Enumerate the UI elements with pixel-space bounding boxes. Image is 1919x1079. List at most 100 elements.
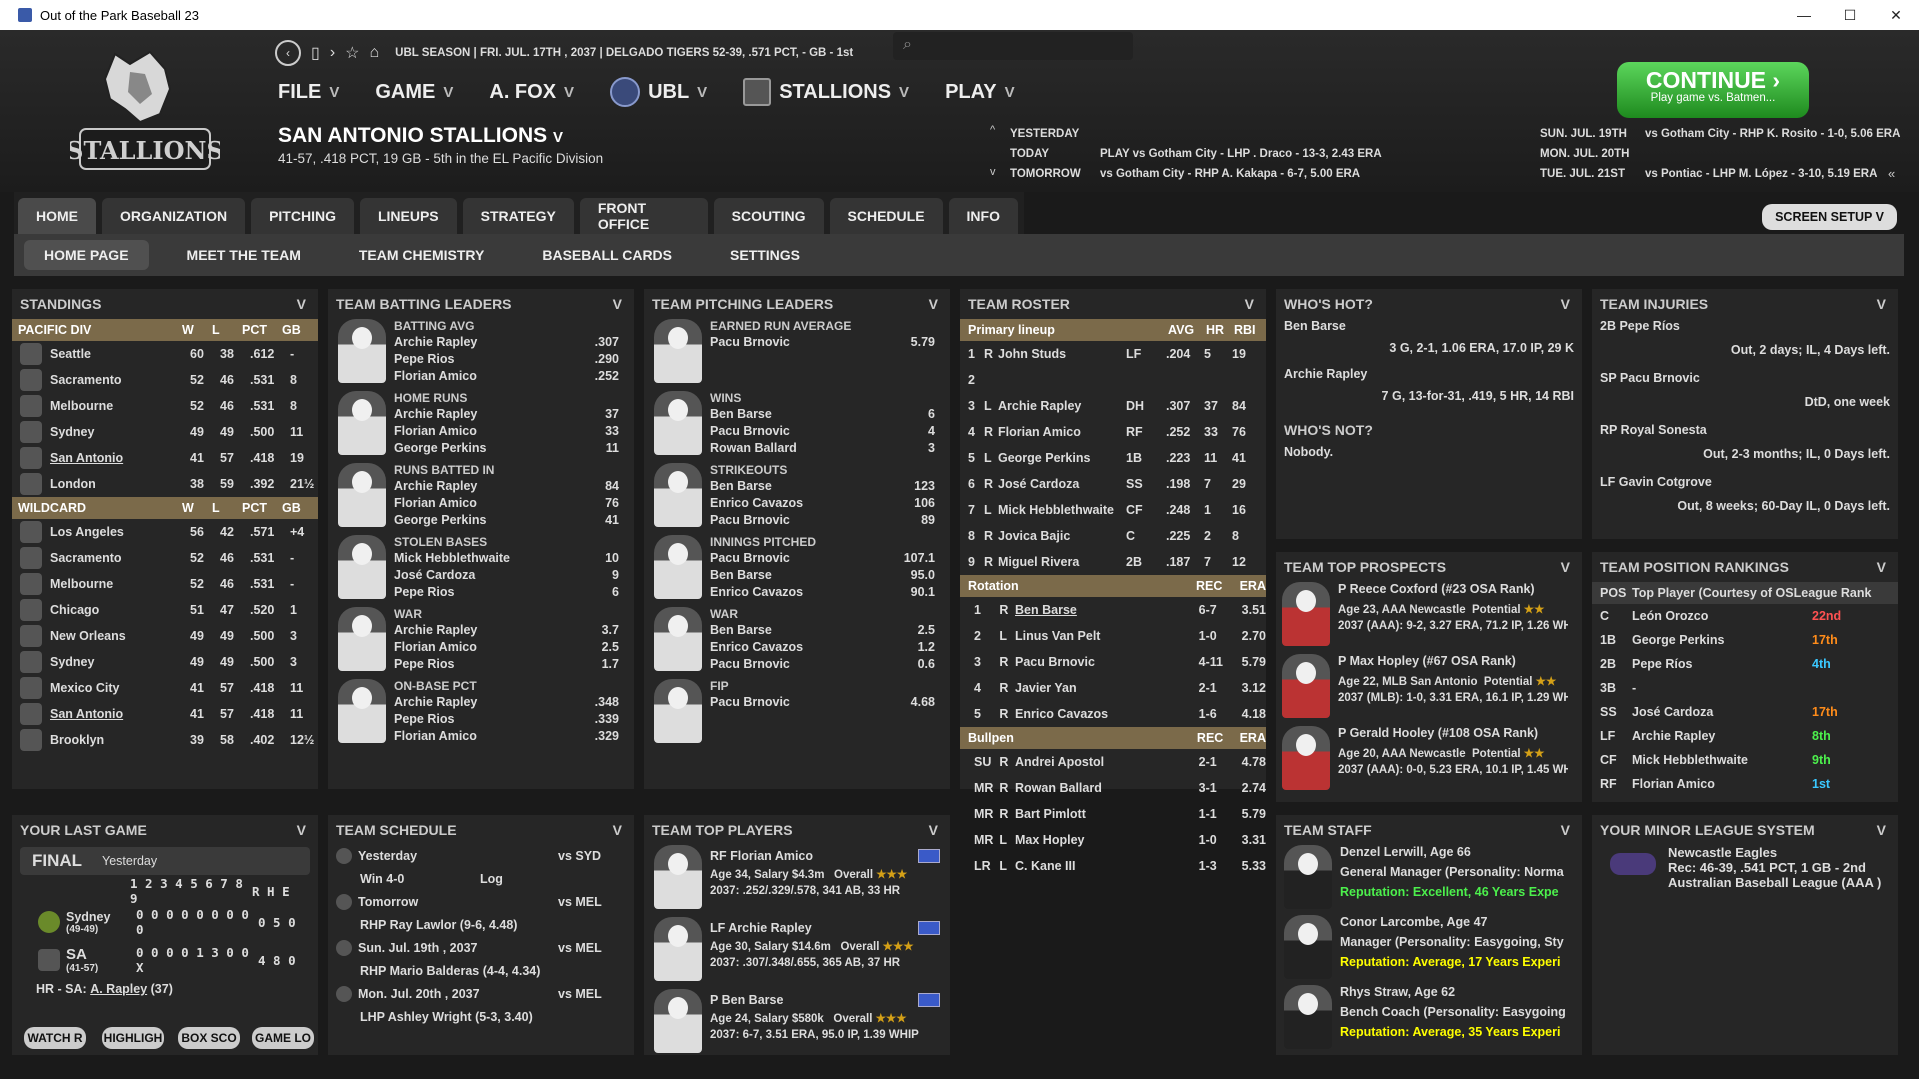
screen-setup-button[interactable]: SCREEN SETUP V — [1762, 204, 1897, 230]
player-name[interactable]: José Cardoza — [1632, 705, 1812, 719]
position-row[interactable]: SS José Cardoza 17th — [1592, 700, 1898, 724]
chevron-down-icon[interactable]: V — [297, 296, 306, 312]
player-name[interactable]: Mick Hebblethwaite — [998, 503, 1126, 517]
leader-row[interactable]: Archie Rapley .348 — [394, 693, 619, 710]
chevron-down-icon[interactable]: V — [1877, 559, 1886, 575]
prospect-name[interactable]: P Reece Coxford (#23 OSA Rank) — [1338, 582, 1568, 602]
subtab-home-page[interactable]: HOME PAGE — [24, 240, 149, 270]
prospect-name[interactable]: P Gerald Hooley (#108 OSA Rank) — [1338, 726, 1568, 746]
staff-name[interactable]: Rhys Straw, Age 62 — [1340, 985, 1572, 1005]
minimize-button[interactable]: — — [1781, 0, 1827, 30]
schedule-down-icon[interactable]: v — [990, 166, 996, 178]
box-score-button[interactable]: BOX SCO — [178, 1027, 240, 1049]
page-icon[interactable]: ▯ — [311, 43, 320, 63]
chevron-down-icon[interactable]: V — [1245, 296, 1254, 312]
schedule-row[interactable]: Mon. Jul. 20th , 2037 vs MEL LHP Ashley Wr… — [328, 983, 634, 1029]
rotation-row[interactable]: 5 R Enrico Cavazos 1-6 4.18 — [960, 701, 1266, 727]
standings-row[interactable]: Sacramento 52 46 .531 8 — [12, 367, 318, 393]
standings-row[interactable]: San Antonio 41 57 .418 11 — [12, 701, 318, 727]
chevron-down-icon[interactable]: V — [613, 296, 622, 312]
lineup-row[interactable]: 2 — [960, 367, 1266, 393]
leader-row[interactable]: Enrico Cavazos 90.1 — [710, 583, 935, 600]
menu-team[interactable]: STALLIONS V — [743, 77, 909, 107]
team-name[interactable]: Sacramento — [50, 551, 190, 565]
player-name[interactable]: Pacu Brnovic — [710, 513, 921, 527]
leader-row[interactable]: Enrico Cavazos 106 — [710, 494, 935, 511]
team-name[interactable]: Chicago — [50, 603, 190, 617]
prospect-name[interactable]: P Max Hopley (#67 OSA Rank) — [1338, 654, 1568, 674]
injured-player[interactable]: 2B Pepe Ríos — [1600, 319, 1890, 343]
rotation-row[interactable]: 1 R Ben Barse 6-7 3.51 — [960, 597, 1266, 623]
team-name[interactable]: London — [50, 477, 190, 491]
watch-replay-button[interactable]: WATCH R — [24, 1027, 86, 1049]
subtab-team-chemistry[interactable]: TEAM CHEMISTRY — [339, 240, 504, 270]
player-name[interactable]: Ben Barse — [1284, 319, 1574, 341]
player-name[interactable]: Archie Rapley — [394, 335, 595, 349]
player-name[interactable]: Florian Amico — [394, 496, 605, 510]
chevron-down-icon[interactable]: V — [1877, 296, 1886, 312]
leader-row[interactable]: Archie Rapley 37 — [394, 405, 619, 422]
player-name[interactable]: Florian Amico — [394, 729, 595, 743]
chevron-down-icon[interactable]: V — [1561, 296, 1570, 312]
search-input[interactable]: ⌕ — [893, 32, 1133, 60]
leader-row[interactable]: Florian Amico 33 — [394, 422, 619, 439]
leader-row[interactable]: Pacu Brnovic 4.68 — [710, 693, 935, 710]
player-name[interactable]: Pepe Rios — [394, 712, 595, 726]
player-name[interactable]: Rowan Ballard — [710, 441, 928, 455]
player-name[interactable]: Andrei Apostol — [1015, 755, 1199, 769]
leader-row[interactable]: Mick Hebblethwaite 10 — [394, 549, 619, 566]
tab-front-office[interactable]: FRONT OFFICE — [579, 198, 708, 234]
menu-manager[interactable]: A. FOX V — [489, 77, 574, 107]
player-name[interactable]: Enrico Cavazos — [1015, 707, 1199, 721]
leader-row[interactable]: Ben Barse 123 — [710, 477, 935, 494]
hot-player[interactable]: Archie Rapley 7 G, 13-for-31, .419, 5 HR,… — [1284, 367, 1574, 415]
player-name[interactable]: Jovica Bajic — [998, 529, 1126, 543]
lineup-row[interactable]: 1 R John Studs LF .204 5 19 — [960, 341, 1266, 367]
tab-pitching[interactable]: PITCHING — [251, 198, 354, 234]
position-row[interactable]: 2B Pepe Ríos 4th — [1592, 652, 1898, 676]
team-name[interactable]: Brooklyn — [50, 733, 190, 747]
player-name[interactable]: Florian Amico — [394, 640, 602, 654]
standings-row[interactable]: Seattle 60 38 .612 - — [12, 341, 318, 367]
back-icon[interactable]: ‹ — [275, 40, 301, 66]
menu-play[interactable]: PLAY V — [945, 77, 1015, 107]
staff-name[interactable]: Denzel Lerwill, Age 66 — [1340, 845, 1572, 865]
leader-row[interactable]: Ben Barse 2.5 — [710, 621, 935, 638]
leader-row[interactable]: Florian Amico .252 — [394, 367, 619, 384]
position-row[interactable]: 3B - — [1592, 676, 1898, 700]
minor-team-name[interactable]: Newcastle Eagles — [1668, 845, 1881, 860]
subtab-settings[interactable]: SETTINGS — [710, 240, 820, 270]
staff-name[interactable]: Conor Larcombe, Age 47 — [1340, 915, 1572, 935]
staff-item[interactable]: Conor Larcombe, Age 47 Manager (Personali… — [1276, 915, 1582, 985]
menu-file[interactable]: FILE V — [278, 77, 339, 107]
player-name[interactable]: Archie Rapley — [394, 695, 595, 709]
position-row[interactable]: LF Archie Rapley 8th — [1592, 724, 1898, 748]
leader-row[interactable]: Pacu Brnovic 89 — [710, 511, 935, 528]
player-name[interactable]: Florian Amico — [1632, 777, 1812, 791]
player-name[interactable]: Enrico Cavazos — [710, 496, 914, 510]
top-player-item[interactable]: LF Archie Rapley Age 30, Salary $14.6m Ov… — [644, 917, 950, 989]
team-name[interactable]: Seattle — [50, 347, 190, 361]
player-name[interactable]: Archie Rapley — [1284, 367, 1574, 389]
standings-row[interactable]: Melbourne 52 46 .531 - — [12, 571, 318, 597]
leader-row[interactable]: Pacu Brnovic 5.79 — [710, 333, 935, 350]
team-name[interactable]: San Antonio — [50, 451, 190, 465]
tab-strategy[interactable]: STRATEGY — [462, 198, 574, 234]
lineup-row[interactable]: 4 R Florian Amico RF .252 33 76 — [960, 419, 1266, 445]
player-name[interactable]: Ben Barse — [710, 479, 914, 493]
lineup-row[interactable]: 8 R Jovica Bajic C .225 2 8 — [960, 523, 1266, 549]
schedule-row[interactable]: Sun. Jul. 19th , 2037 vs MEL RHP Mario Bal… — [328, 937, 634, 983]
player-name[interactable]: Ben Barse — [710, 407, 928, 421]
player-name[interactable]: Florian Amico — [394, 424, 605, 438]
leader-row[interactable]: Ben Barse 95.0 — [710, 566, 935, 583]
player-name[interactable]: Pacu Brnovic — [710, 695, 911, 709]
subtab-baseball-cards[interactable]: BASEBALL CARDS — [522, 240, 692, 270]
player-name[interactable]: Pepe Ríos — [1632, 657, 1812, 671]
player-name[interactable]: Pepe Rios — [394, 352, 595, 366]
chevron-down-icon[interactable]: V — [297, 822, 306, 838]
player-name[interactable]: Archie Rapley — [394, 479, 605, 493]
player-name[interactable]: George Perkins — [394, 513, 605, 527]
standings-row[interactable]: Brooklyn 39 58 .402 12½ — [12, 727, 318, 753]
player-name[interactable]: Pacu Brnovic — [710, 657, 918, 671]
injured-player[interactable]: RP Royal Sonesta — [1600, 423, 1890, 447]
